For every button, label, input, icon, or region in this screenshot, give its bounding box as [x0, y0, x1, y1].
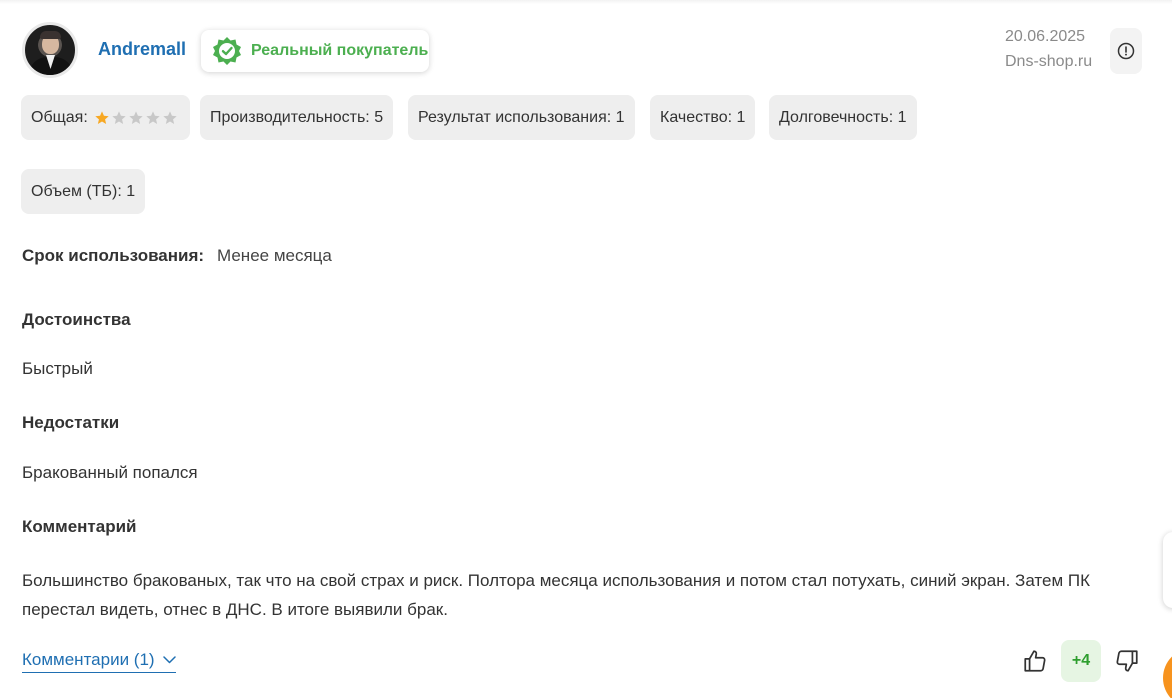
thumbs-down-icon: [1116, 650, 1138, 672]
verified-seal-icon: [213, 37, 241, 65]
thumbs-up-icon: [1024, 650, 1046, 672]
star-empty-icon: [112, 110, 126, 124]
review-date: 20.06.2025: [1005, 28, 1086, 45]
report-button[interactable]: [1110, 28, 1142, 74]
comment-title: Комментарий: [22, 517, 137, 536]
overall-rating-chip: Общая:: [21, 95, 190, 140]
star-filled-icon: [95, 110, 109, 124]
star-rating: [94, 110, 178, 126]
overall-rating-label: Общая:: [31, 108, 88, 126]
chat-fab-button[interactable]: [1163, 648, 1172, 698]
verified-buyer-badge: Реальный покупатель: [201, 30, 429, 72]
star-empty-icon: [129, 110, 143, 124]
star-empty-icon: [146, 110, 160, 124]
comments-toggle-link[interactable]: Комментарии (1): [22, 650, 176, 673]
usage-term-value: Менее месяца: [217, 246, 332, 265]
star-empty-icon: [163, 110, 177, 124]
pros-text: Быстрый: [22, 359, 93, 378]
comments-link-label: Комментарии (1): [22, 650, 155, 669]
comment-text: Большинство бракованых, так что на свой …: [22, 571, 1090, 619]
usage-term-label: Срок использования:: [22, 246, 205, 265]
rating-chip-durability: Долговечность: 1: [769, 95, 917, 140]
avatar-hair: [40, 31, 61, 39]
rating-chip-quality: Качество: 1: [650, 95, 756, 140]
vote-score: +4: [1061, 640, 1101, 682]
verified-buyer-label: Реальный покупатель: [251, 42, 429, 59]
pros-title: Достоинства: [22, 310, 131, 329]
cons-text: Бракованный попался: [22, 463, 198, 482]
rating-chip-volume: Объем (ТБ): 1: [21, 169, 146, 214]
like-button[interactable]: [1020, 645, 1050, 677]
username[interactable]: Andremall: [98, 39, 186, 60]
rating-chip-performance: Производительность: 5: [200, 95, 394, 140]
chevron-down-icon: [162, 656, 176, 664]
rating-chip-usage-result: Результат использования: 1: [408, 95, 635, 140]
cons-title: Недостатки: [22, 413, 120, 432]
review-source: Dns-shop.ru: [1005, 53, 1093, 70]
info-circle-icon: [1117, 42, 1135, 60]
side-panel-edge[interactable]: [1163, 532, 1172, 608]
top-shadow: [0, 0, 1172, 4]
dislike-button[interactable]: [1112, 645, 1142, 677]
avatar[interactable]: [22, 22, 78, 78]
